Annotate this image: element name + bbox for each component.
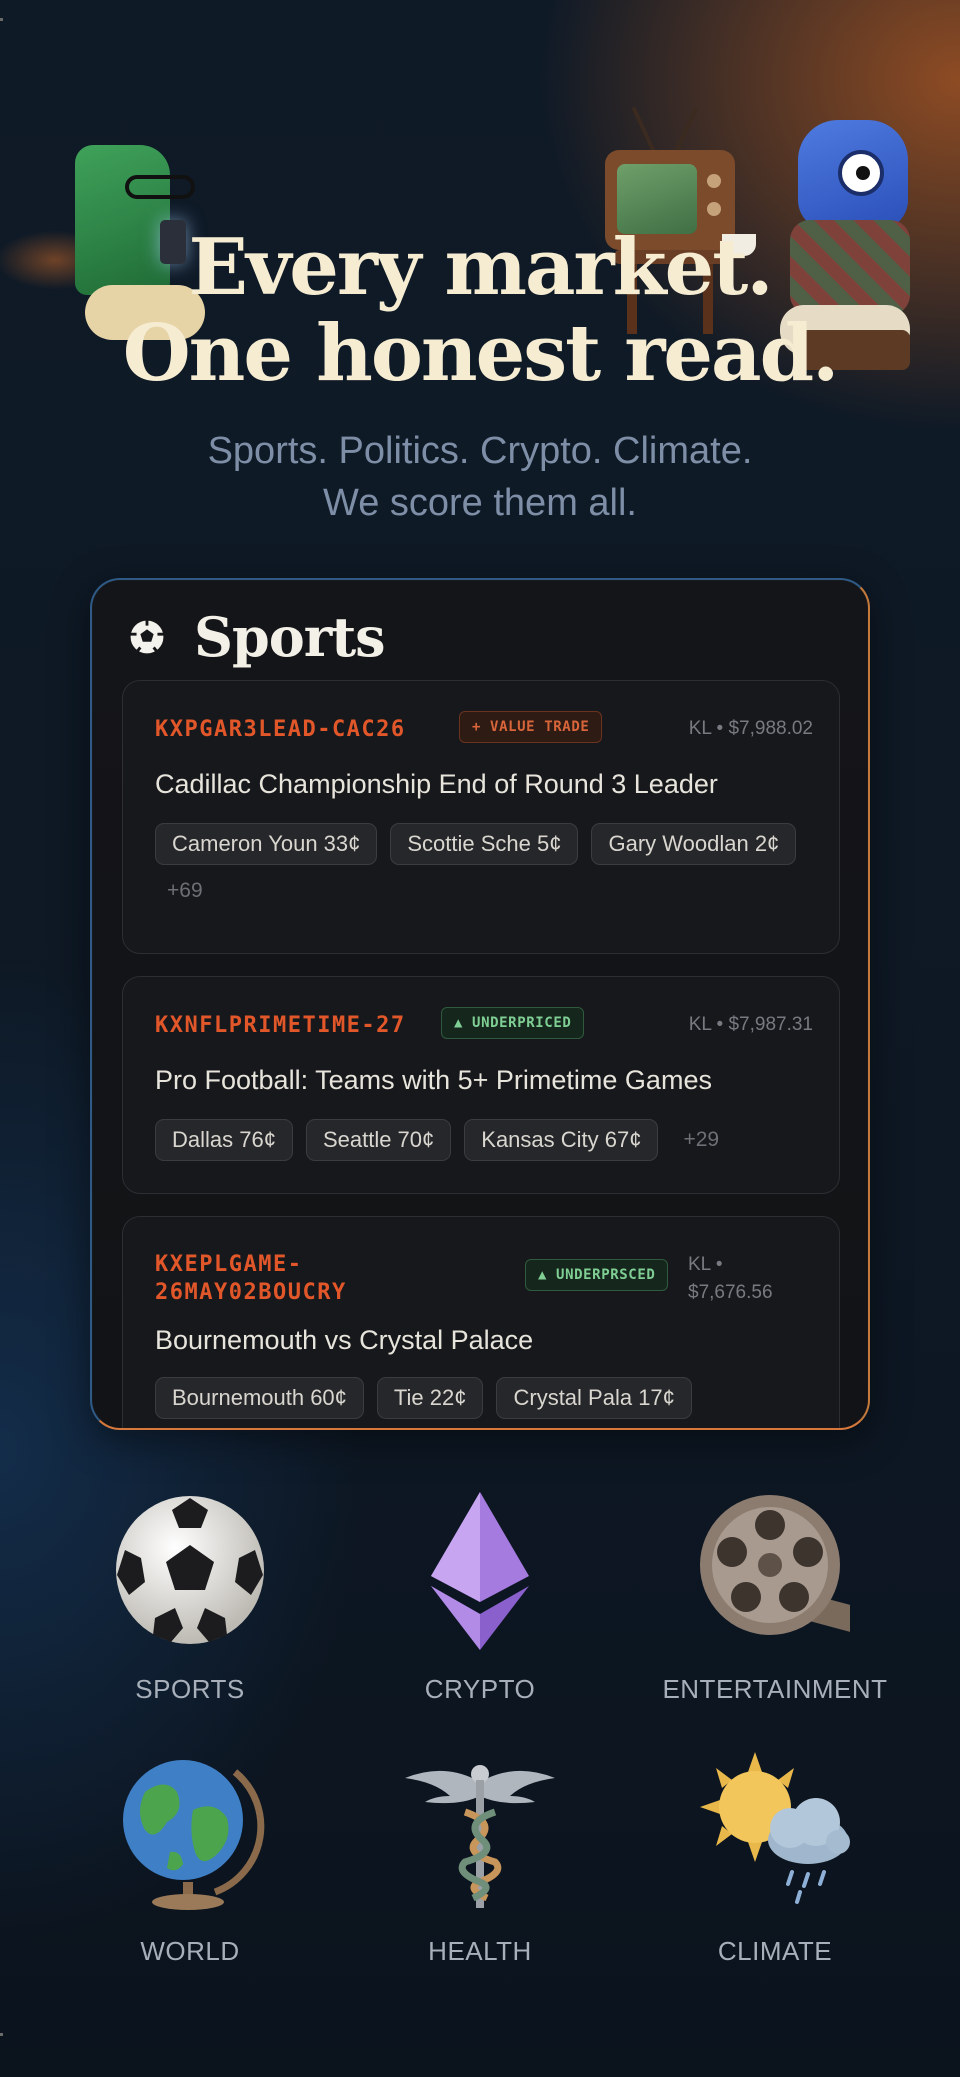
category-label: ENTERTAINMENT <box>662 1674 888 1704</box>
soccer-ball-icon <box>129 619 165 655</box>
outcome-chip[interactable]: Bournemouth 60¢ <box>155 1377 364 1419</box>
category-grid: SPORTS CRYPTO ENTERTAINMENT WORLD HEALTH… <box>0 1490 960 1990</box>
market-title: Cadillac Championship End of Round 3 Lea… <box>155 769 718 799</box>
outcome-chip[interactable]: Seattle 70¢ <box>305 1119 452 1161</box>
market-title: Pro Football: Teams with 5+ Primetime Ga… <box>155 1065 712 1095</box>
sun-cloud-icon <box>700 1752 850 1904</box>
card-header: Sports <box>128 602 386 672</box>
market-meta-line: $7,676.56 <box>688 1282 773 1303</box>
outcome-chip[interactable]: Kansas City 67¢ <box>464 1119 659 1161</box>
market-ticker-line: 26MAY02BOUCRY <box>155 1280 347 1305</box>
underpriced-badge: ▲ UNDERPRICED <box>441 1007 585 1039</box>
hero-title: Every market. One honest read. <box>0 225 960 397</box>
outcome-chips: Dallas 76¢ Seattle 70¢ Kansas City 67¢ +… <box>155 1119 819 1161</box>
market-item[interactable]: KXNFLPRIMETIME-27 ▲ UNDERPRICED KL • $7,… <box>122 976 840 1194</box>
hero-title-line: Every market. <box>188 222 774 313</box>
outcome-chip[interactable]: Scottie Sche 5¢ <box>390 823 579 865</box>
outcome-chips: Cameron Youn 33¢ Scottie Sche 5¢ Gary Wo… <box>155 823 819 903</box>
card-title: Sports <box>194 605 386 669</box>
corner-mark <box>0 18 3 21</box>
hero-subtitle-line: We score them all. <box>323 482 637 524</box>
category-label: CLIMATE <box>717 1936 833 1966</box>
category-label: SPORTS <box>135 1674 245 1704</box>
outcome-chip[interactable]: Dallas 76¢ <box>155 1119 293 1161</box>
outcome-chip[interactable]: Crystal Pala 17¢ <box>496 1377 692 1419</box>
page: Every market. One honest read. Sports. P… <box>0 0 960 2077</box>
market-ticker: KXPGAR3LEAD-CAC26 <box>155 717 406 742</box>
market-meta: KL • $7,676.56 <box>688 1251 773 1307</box>
market-item[interactable]: KXEPLGAME- 26MAY02BOUCRY ▲ UNDERPRSCED K… <box>122 1216 840 1428</box>
market-ticker: KXEPLGAME- 26MAY02BOUCRY <box>155 1251 347 1307</box>
value-trade-badge: + VALUE TRADE <box>459 711 603 743</box>
film-reel-icon <box>700 1495 850 1635</box>
sports-markets-card: Sports KXPGAR3LEAD-CAC26 + VALUE TRADE K… <box>90 578 870 1430</box>
ethereum-icon <box>431 1492 529 1650</box>
outcome-chips: Bournemouth 60¢ Tie 22¢ Crystal Pala 17¢ <box>155 1377 819 1419</box>
soccer-ball-icon <box>116 1496 264 1644</box>
outcome-chip[interactable]: Tie 22¢ <box>376 1377 484 1419</box>
market-meta: KL • $7,987.31 <box>688 1014 813 1035</box>
hero-subtitle: Sports. Politics. Crypto. Climate. We sc… <box>0 425 960 529</box>
market-ticker-line: KXEPLGAME- <box>155 1252 303 1277</box>
hero-subtitle-line: Sports. Politics. Crypto. Climate. <box>207 430 753 472</box>
more-outcomes-count[interactable]: +29 <box>671 1128 719 1152</box>
underpriced-badge: ▲ UNDERPRSCED <box>525 1259 669 1291</box>
market-meta-line: KL • <box>688 1254 723 1275</box>
market-meta: KL • $7,988.02 <box>688 718 813 739</box>
market-item[interactable]: KXPGAR3LEAD-CAC26 + VALUE TRADE KL • $7,… <box>122 680 840 954</box>
globe-icon <box>123 1760 265 1910</box>
caduceus-icon <box>405 1765 555 1908</box>
market-ticker: KXNFLPRIMETIME-27 <box>155 1013 406 1038</box>
hero-title-line: One honest read. <box>122 308 840 399</box>
category-label: WORLD <box>140 1936 240 1966</box>
market-title: Bournemouth vs Crystal Palace <box>155 1325 534 1355</box>
corner-mark <box>0 2033 3 2036</box>
outcome-chip[interactable]: Gary Woodlan 2¢ <box>591 823 797 865</box>
more-outcomes-count[interactable]: +69 <box>155 879 203 903</box>
category-label: CRYPTO <box>424 1674 536 1704</box>
category-label: HEALTH <box>428 1936 532 1966</box>
outcome-chip[interactable]: Cameron Youn 33¢ <box>155 823 378 865</box>
